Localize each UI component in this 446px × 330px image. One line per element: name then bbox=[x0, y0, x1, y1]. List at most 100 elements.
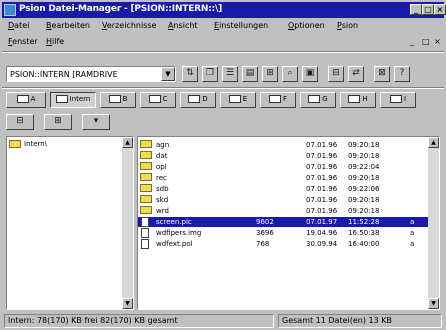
file-name: wdfext.pol bbox=[156, 240, 193, 248]
drive-tab-f[interactable]: F bbox=[260, 92, 296, 108]
scroll-down-icon[interactable]: ▼ bbox=[122, 298, 133, 309]
file-time: 09:20:18 bbox=[348, 141, 380, 149]
details-view-icon[interactable]: ▤ bbox=[242, 66, 258, 82]
separator bbox=[2, 87, 444, 89]
mdi-minimize-button[interactable]: _ bbox=[410, 37, 414, 46]
mdi-close-button[interactable]: × bbox=[434, 37, 441, 46]
close-button[interactable]: × bbox=[434, 4, 446, 15]
folder-icon bbox=[140, 173, 152, 181]
scroll-down-icon[interactable]: ▼ bbox=[428, 298, 439, 309]
network-icon[interactable]: ⊟ bbox=[328, 66, 344, 82]
drive-tab-label: E bbox=[242, 95, 248, 103]
drive-tab-e[interactable]: E bbox=[220, 92, 256, 108]
drive-tab-h[interactable]: H bbox=[340, 92, 376, 108]
menu-fenster[interactable]: Fenster bbox=[8, 37, 38, 46]
menu-einstellungen[interactable]: Einstellungen bbox=[214, 21, 268, 30]
file-name: wrd bbox=[156, 207, 169, 215]
file-row[interactable]: opl 07.01.96 09:22:04 bbox=[138, 162, 428, 172]
drive-tab-c[interactable]: C bbox=[140, 92, 176, 108]
file-date: 07.01.96 bbox=[306, 141, 338, 149]
drive-icon bbox=[108, 95, 121, 103]
file-row[interactable]: dat 07.01.96 09:20:18 bbox=[138, 151, 428, 161]
maximize-button[interactable]: □ bbox=[422, 4, 434, 15]
file-time: 09:20:18 bbox=[348, 196, 380, 204]
menu-hilfe[interactable]: Hilfe bbox=[46, 37, 64, 46]
list-view-icon[interactable]: ☰ bbox=[222, 66, 238, 82]
expand-button[interactable]: ⊞ bbox=[44, 114, 72, 130]
scroll-up-icon[interactable]: ▲ bbox=[122, 137, 133, 148]
menu-verzeichnisse[interactable]: Verzeichnisse bbox=[102, 21, 156, 30]
move-icon[interactable]: ⇅ bbox=[182, 66, 198, 82]
scroll-up-icon[interactable]: ▲ bbox=[428, 137, 439, 148]
drive-tab-a[interactable]: A bbox=[6, 92, 46, 108]
drive-tab-b[interactable]: B bbox=[100, 92, 136, 108]
file-date: 07.01.96 bbox=[306, 196, 338, 204]
menu-ansicht[interactable]: Ansicht bbox=[168, 21, 198, 30]
directory-tree[interactable]: Intern\ ▲ ▼ bbox=[6, 136, 134, 310]
file-list-scrollbar[interactable]: ▲ ▼ bbox=[428, 137, 439, 309]
drive-icon bbox=[308, 95, 321, 103]
drive-tab-intern[interactable]: Intern bbox=[50, 92, 96, 108]
menu-bar-2: Fenster Hilfe _ □ × bbox=[2, 36, 444, 49]
file-row[interactable]: skd 07.01.96 09:20:18 bbox=[138, 195, 428, 205]
file-row[interactable]: wrd 07.01.96 09:20:18 bbox=[138, 206, 428, 216]
file-name: rec bbox=[156, 174, 167, 182]
drive-tab-label: Intern bbox=[69, 95, 91, 103]
drive-tab-label: A bbox=[30, 95, 36, 103]
file-list[interactable]: agn 07.01.96 09:20:18 dat 07.01.96 09:20:18 op… bbox=[137, 136, 440, 310]
file-row[interactable]: sdb 07.01.96 09:22:06 bbox=[138, 184, 428, 194]
drive-tab-g[interactable]: G bbox=[300, 92, 336, 108]
title-bar[interactable]: Psion Datei-Manager - [PSION::INTERN::\]… bbox=[2, 2, 446, 18]
drive-tab-label: B bbox=[122, 95, 128, 103]
search-icon[interactable]: ⌕ bbox=[282, 66, 298, 82]
drive-select[interactable]: PSION::INTERN [RAMDRIVE ▼ bbox=[6, 66, 176, 82]
drive-tab-label: I bbox=[403, 95, 407, 103]
tree-view-icon[interactable]: ⊞ bbox=[262, 66, 278, 82]
properties-icon[interactable]: ▣ bbox=[302, 66, 318, 82]
drive-tab-i[interactable]: I bbox=[380, 92, 416, 108]
file-name: opl bbox=[156, 163, 167, 171]
file-time: 09:20:18 bbox=[348, 152, 380, 160]
menu-bearbeiten[interactable]: Bearbeiten bbox=[46, 21, 90, 30]
drive-tab-label: D bbox=[202, 95, 208, 103]
connect-icon[interactable]: ⇄ bbox=[348, 66, 364, 82]
file-attr: a bbox=[410, 218, 415, 226]
tree-scrollbar[interactable]: ▲ ▼ bbox=[122, 137, 133, 309]
status-free-space: Intern: 78(170) KB frei 82(170) KB gesam… bbox=[4, 314, 274, 328]
file-icon bbox=[141, 239, 149, 249]
app-window: Psion Datei-Manager - [PSION::INTERN::\]… bbox=[0, 0, 446, 330]
minimize-button[interactable]: _ bbox=[410, 4, 422, 15]
mdi-restore-button[interactable]: □ bbox=[422, 37, 430, 46]
drive-icon bbox=[348, 95, 361, 103]
menu-psion[interactable]: Psion bbox=[337, 21, 358, 30]
menu-bar: Datei Bearbeiten Verzeichnisse Ansicht E… bbox=[2, 20, 444, 33]
app-icon[interactable] bbox=[4, 4, 16, 16]
folder-icon bbox=[140, 184, 152, 192]
drive-icon bbox=[389, 95, 402, 103]
chevron-down-icon[interactable]: ▼ bbox=[161, 67, 175, 81]
file-row[interactable]: rec 07.01.96 09:20:18 bbox=[138, 173, 428, 183]
menu-datei[interactable]: Datei bbox=[8, 21, 29, 30]
file-row[interactable]: wdfext.pol 768 30.09.94 16:40:00 a bbox=[138, 239, 428, 249]
status-file-count: Gesamt 11 Datei(en) 13 KB bbox=[278, 314, 442, 328]
file-row[interactable]: wdfipers.img 3696 19.04.96 16:50:38 a bbox=[138, 228, 428, 238]
file-row[interactable]: agn 07.01.96 09:20:18 bbox=[138, 140, 428, 150]
file-icon bbox=[141, 228, 149, 238]
disconnect-icon[interactable]: ⊠ bbox=[374, 66, 390, 82]
copy-icon[interactable]: ❐ bbox=[202, 66, 218, 82]
file-size: 9602 bbox=[256, 218, 274, 226]
help-icon[interactable]: ? bbox=[394, 66, 410, 82]
file-icon bbox=[141, 217, 149, 227]
file-time: 16:40:00 bbox=[348, 240, 380, 248]
menu-optionen[interactable]: Optionen bbox=[288, 21, 325, 30]
file-name: skd bbox=[156, 196, 169, 204]
filter-button[interactable]: ▾ bbox=[82, 114, 110, 130]
drive-icon bbox=[228, 95, 241, 103]
file-row[interactable]: screen.pic 9602 07.01.97 11:52:28 a bbox=[138, 217, 428, 227]
drive-tab-d[interactable]: D bbox=[180, 92, 216, 108]
file-time: 09:22:04 bbox=[348, 163, 380, 171]
file-size: 768 bbox=[256, 240, 270, 248]
collapse-button[interactable]: ⊟ bbox=[6, 114, 34, 130]
window-title: Psion Datei-Manager - [PSION::INTERN::\] bbox=[19, 4, 223, 14]
tree-item-root[interactable]: Intern\ bbox=[9, 139, 121, 149]
